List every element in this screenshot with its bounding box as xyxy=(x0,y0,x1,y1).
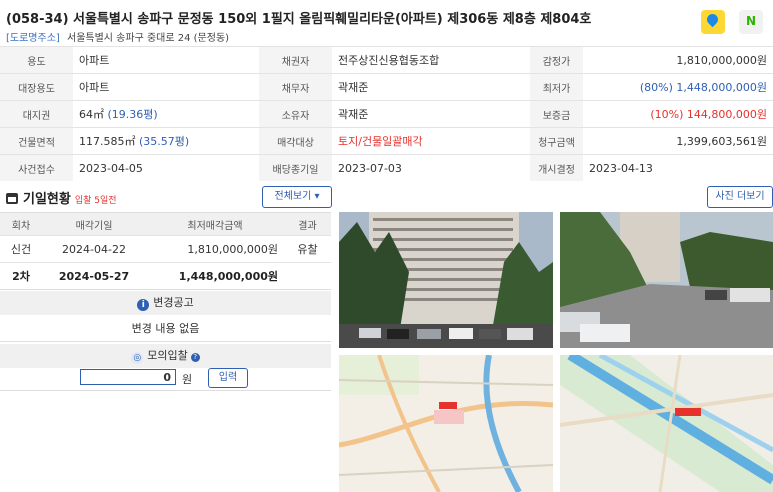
dividend-label: 배당종기일 xyxy=(259,154,332,181)
minimum-value: (80%) 1,448,000,000원 xyxy=(583,73,773,101)
mock-bid-title: 모의입찰 xyxy=(147,349,188,362)
target-value: 토지/건물일괄매각 xyxy=(332,127,530,155)
creditor-value: 전주상진신용협동조합 xyxy=(332,46,530,74)
case-title: (058-34) 서울특별시 송파구 문정동 150외 1필지 올림픽훼밀리타운… xyxy=(6,12,592,27)
ledger-value: 아파트 xyxy=(73,73,259,101)
map-photo-detail[interactable] xyxy=(560,355,773,492)
road-address-text: 서울특별시 송파구 중대로 24 (문정동) xyxy=(67,33,230,44)
usage-label: 용도 xyxy=(0,46,73,74)
start-value: 2023-04-13 xyxy=(583,154,773,181)
parking-photo[interactable] xyxy=(560,212,773,348)
col-result: 결과 xyxy=(284,212,331,236)
land-value: 64㎡ (19.36평) xyxy=(73,100,259,128)
claim-label: 청구금액 xyxy=(530,127,583,155)
appraisal-value: 1,810,000,000원 xyxy=(583,46,773,74)
received-label: 사건접수 xyxy=(0,154,73,181)
land-pyeong: (19.36평) xyxy=(107,108,158,121)
property-info-table: 용도 아파트 채권자 전주상진신용협동조합 감정가 1,810,000,000원… xyxy=(0,46,773,181)
usage-value: 아파트 xyxy=(73,46,259,74)
auction-history-table: 회차 매각기일 최저매각금액 결과 신건 2024-04-22 1,810,00… xyxy=(0,212,331,290)
naver-map-icon[interactable] xyxy=(739,10,763,34)
owner-label: 소유자 xyxy=(259,100,332,128)
mock-bid-unit: 원 xyxy=(182,373,193,386)
kakao-map-icon[interactable] xyxy=(701,10,725,34)
row-date: 2024-04-22 xyxy=(42,235,146,263)
deposit-label: 보증금 xyxy=(530,100,583,128)
target-label: 매각대상 xyxy=(259,127,332,155)
mock-bid-submit-button[interactable]: 입력 xyxy=(208,368,248,388)
divider xyxy=(0,341,331,342)
row-round: 2차 xyxy=(0,262,42,290)
start-label: 개시결정 xyxy=(530,154,583,181)
land-m2: 64㎡ xyxy=(79,108,104,121)
help-icon[interactable]: ? xyxy=(190,353,200,362)
row-result xyxy=(284,262,331,290)
schedule-heading: 기일현황 입찰 5일전 xyxy=(6,188,117,207)
photo-more-button[interactable]: 사진 더보기 xyxy=(707,186,773,208)
minimum-label: 최저가 xyxy=(530,73,583,101)
table-row: 신건 2024-04-22 1,810,000,000원 유찰 xyxy=(0,235,331,263)
claim-value: 1,399,603,561원 xyxy=(583,127,773,155)
notice-title: 변경공고 xyxy=(153,296,194,309)
target-icon: ◎ xyxy=(131,352,144,364)
row-amount: 1,448,000,000원 xyxy=(146,262,284,290)
col-amount: 최저매각금액 xyxy=(146,212,284,236)
map-photo-wide[interactable] xyxy=(339,355,553,492)
info-icon: i xyxy=(137,299,150,311)
row-result: 유찰 xyxy=(284,235,331,263)
row-amount: 1,810,000,000원 xyxy=(146,235,284,263)
notice-header: i 변경공고 xyxy=(0,291,331,315)
building-photo[interactable] xyxy=(339,212,553,348)
row-date: 2024-05-27 xyxy=(42,262,146,290)
schedule-subtitle: 입찰 5일전 xyxy=(74,196,117,206)
mock-bid-header: ◎ 모의입찰? xyxy=(0,344,331,368)
area-value: 117.585㎡ (35.57평) xyxy=(73,127,259,155)
divider xyxy=(0,390,331,391)
row-round: 신건 xyxy=(0,235,42,263)
deposit-value: (10%) 144,800,000원 xyxy=(583,100,773,128)
road-address-tag[interactable]: [도로명주소] xyxy=(6,33,60,44)
ledger-label: 대장용도 xyxy=(0,73,73,101)
mock-bid-input[interactable]: 0 xyxy=(80,369,176,385)
schedule-title: 기일현황 xyxy=(23,192,71,207)
col-round: 회차 xyxy=(0,212,42,236)
received-value: 2023-04-05 xyxy=(73,154,259,181)
area-pyeong: (35.57평) xyxy=(139,135,190,148)
table-row: 2차 2024-05-27 1,448,000,000원 xyxy=(0,262,331,290)
debtor-value: 곽재준 xyxy=(332,73,530,101)
case-header: (058-34) 서울특별시 송파구 문정동 150외 1필지 올림픽훼밀리타운… xyxy=(0,0,773,46)
road-address: [도로명주소] 서울특별시 송파구 중대로 24 (문정동) xyxy=(6,29,229,44)
owner-value: 곽재준 xyxy=(332,100,530,128)
area-m2: 117.585㎡ xyxy=(79,135,136,148)
view-all-button[interactable]: 전체보기 ▾ xyxy=(262,186,332,208)
col-date: 매각기일 xyxy=(42,212,146,236)
notice-body: 변경 내용 없음 xyxy=(131,322,200,335)
area-label: 건물면적 xyxy=(0,127,73,155)
creditor-label: 채권자 xyxy=(259,46,332,74)
calendar-icon xyxy=(6,193,18,204)
land-label: 대지권 xyxy=(0,100,73,128)
debtor-label: 채무자 xyxy=(259,73,332,101)
dividend-value: 2023-07-03 xyxy=(332,154,530,181)
appraisal-label: 감정가 xyxy=(530,46,583,74)
